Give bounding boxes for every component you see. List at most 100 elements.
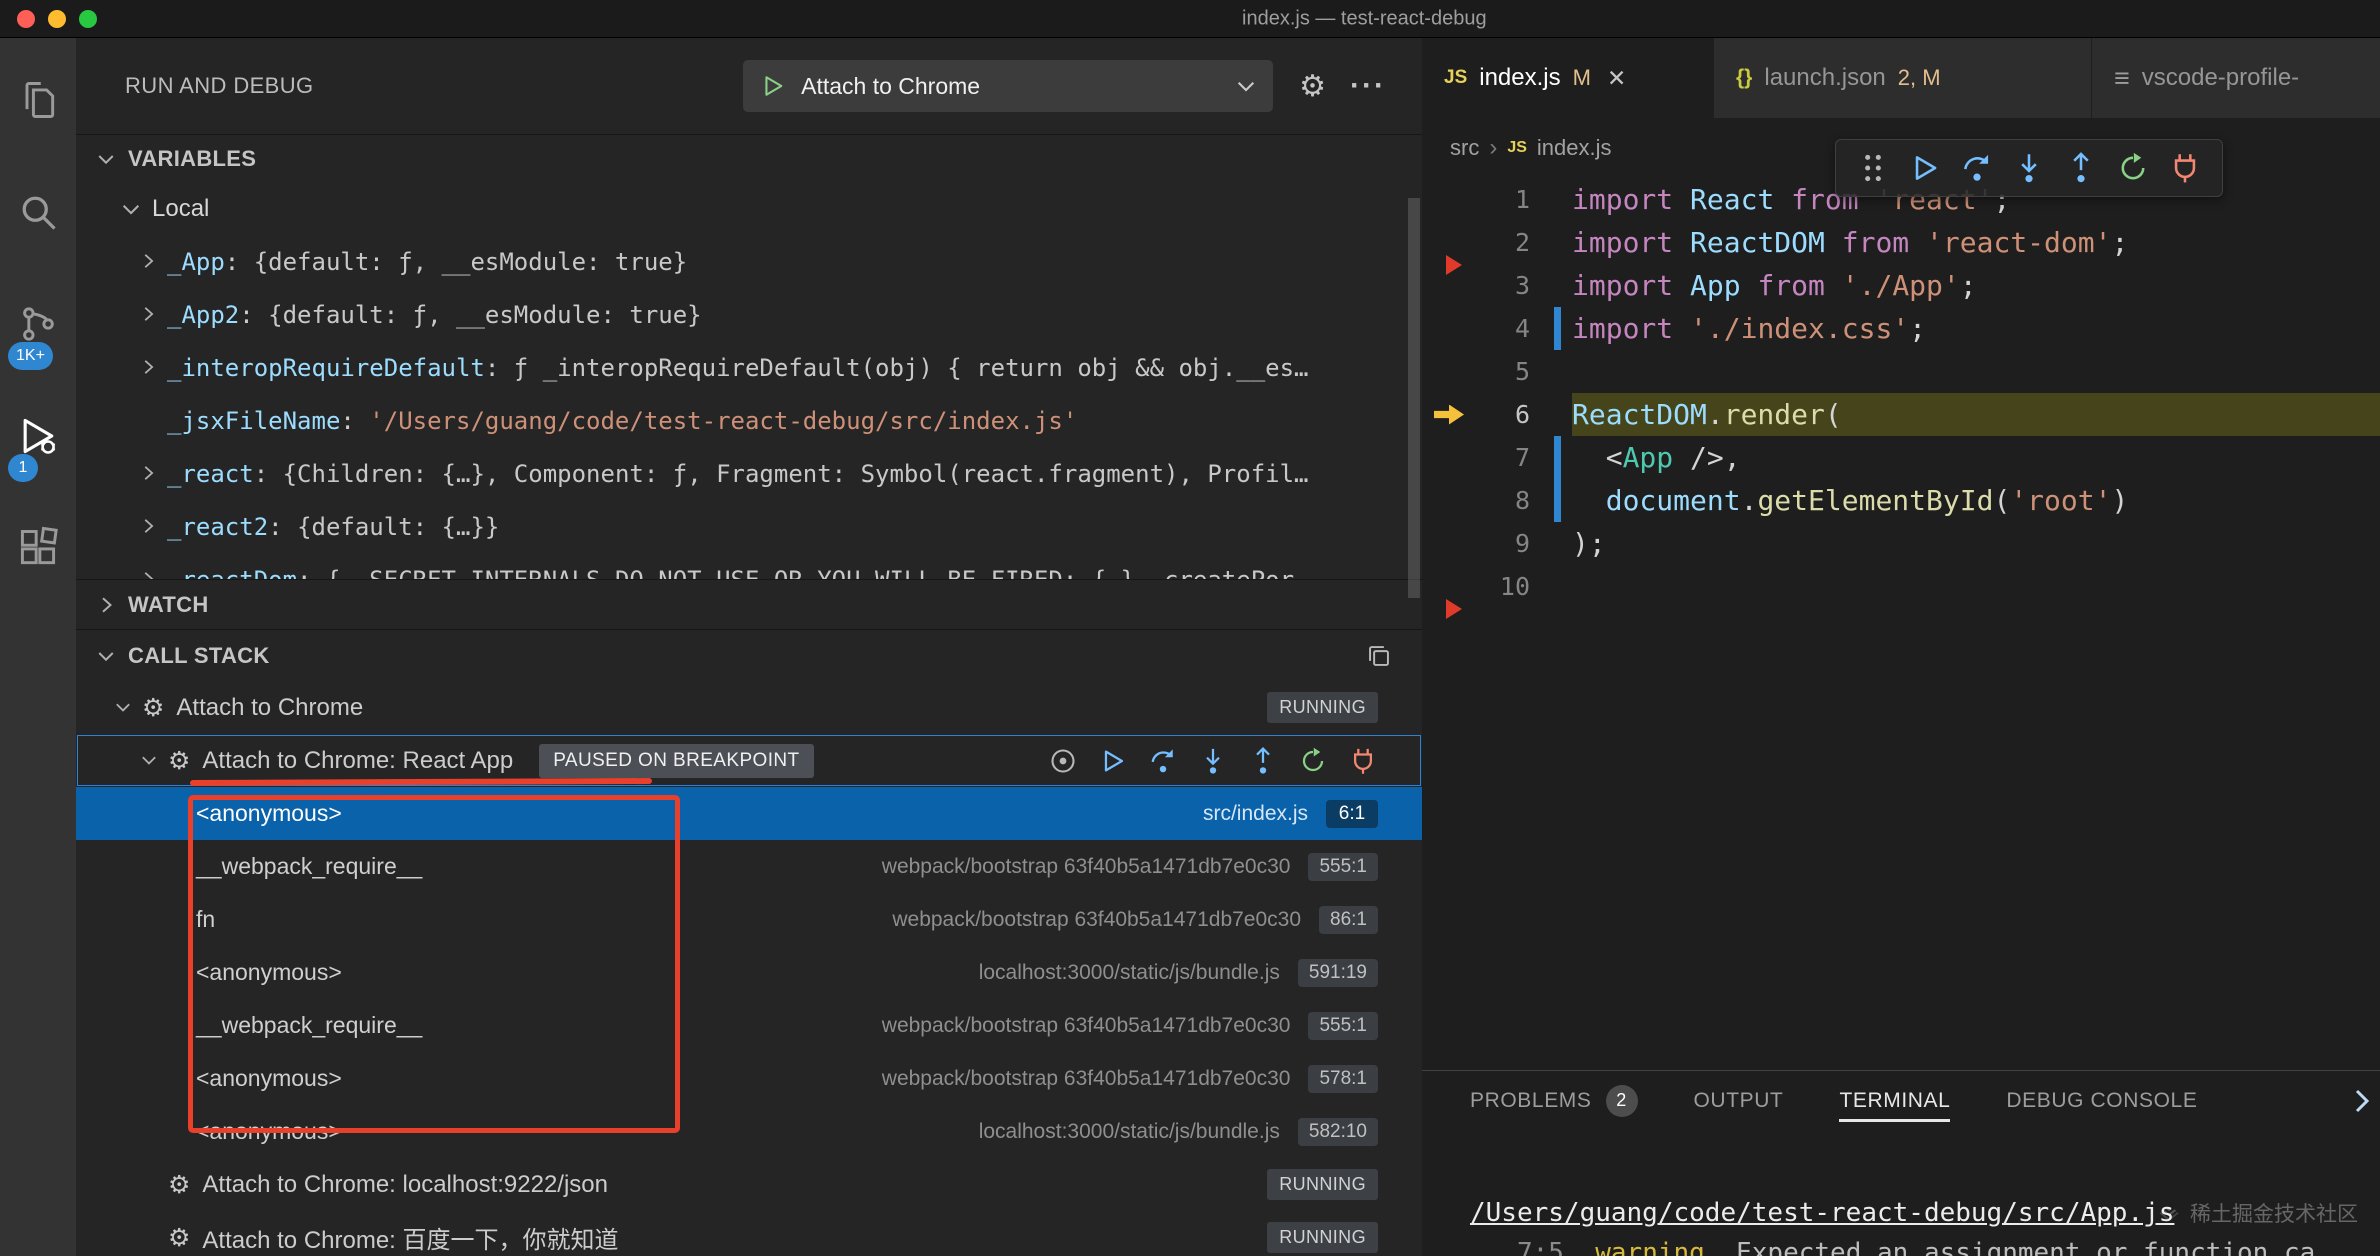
tab-label: index.js xyxy=(1479,64,1560,92)
panel-tab-debug-console[interactable]: DEBUG CONSOLE xyxy=(2006,1079,2197,1122)
sidebar-scrollbar[interactable] xyxy=(1408,198,1420,598)
activity-item-extensions[interactable] xyxy=(0,492,76,604)
watch-section-label: WATCH xyxy=(128,592,209,618)
restart-icon[interactable] xyxy=(2112,147,2154,189)
close-window-button[interactable] xyxy=(17,10,35,28)
chevron-down-icon[interactable] xyxy=(112,696,142,720)
line-number-gutter[interactable]: 3 xyxy=(1422,264,1572,307)
activity-item-source-control[interactable]: 1K+ xyxy=(0,268,76,380)
step-out-icon[interactable] xyxy=(2060,147,2102,189)
debug-session-gear-icon: ⚙ xyxy=(168,1223,190,1252)
watch-section-header[interactable]: WATCH xyxy=(76,579,1422,629)
variable-name: _jsxFileName xyxy=(167,407,340,435)
panel-tab-terminal[interactable]: TERMINAL xyxy=(1839,1079,1950,1122)
step-out-icon[interactable] xyxy=(1248,746,1278,776)
twistie-icon[interactable] xyxy=(137,462,167,486)
line-number-gutter[interactable]: 10 xyxy=(1422,565,1572,608)
call-stack-section-header[interactable]: CALL STACK xyxy=(76,629,1422,681)
restart-icon[interactable] xyxy=(1298,746,1328,776)
panel-tab-problems[interactable]: PROBLEMS2 xyxy=(1470,1075,1638,1126)
terminal-output: /Users/guang/code/test-react-debug/src/A… xyxy=(1422,1129,2380,1256)
more-actions-icon[interactable]: ··· xyxy=(1350,69,1386,103)
run-and-debug-icon xyxy=(16,414,60,458)
disconnect-icon[interactable] xyxy=(2164,147,2206,189)
debug-session-label: Attach to Chrome: React App xyxy=(202,747,513,775)
editor-tab-vscode-profile-[interactable]: ≡vscode-profile- xyxy=(2092,38,2380,118)
terminal-text: warning xyxy=(1595,1238,1705,1256)
variable-row[interactable]: _jsxFileName: '/Users/guang/code/test-re… xyxy=(76,394,1422,447)
step-into-icon[interactable] xyxy=(1198,746,1228,776)
breakpoint-marker-icon[interactable] xyxy=(1446,599,1462,619)
line-number-gutter[interactable]: 2 xyxy=(1422,221,1572,264)
chevron-down-icon[interactable] xyxy=(138,749,168,773)
start-debugging-icon[interactable] xyxy=(759,72,787,100)
debug-config-dropdown[interactable]: Attach to Chrome xyxy=(743,60,1273,112)
twistie-icon[interactable] xyxy=(137,515,167,539)
session-status-badge: PAUSED ON BREAKPOINT xyxy=(539,744,813,778)
line-number-gutter[interactable]: 5 xyxy=(1422,350,1572,393)
terminal-file-link[interactable]: /Users/guang/code/test-react-debug/src/A… xyxy=(1470,1198,2174,1228)
copy-call-stack-icon[interactable] xyxy=(1366,643,1392,669)
session-debug-controls xyxy=(1048,746,1378,776)
code-text: ReactDOM.render( xyxy=(1572,393,2380,436)
line-number-gutter[interactable]: 6 xyxy=(1422,393,1572,436)
debug-session-gear-icon: ⚙ xyxy=(142,693,164,722)
variable-separator: : xyxy=(239,301,268,329)
search-icon xyxy=(16,190,60,234)
activity-item-search[interactable] xyxy=(0,156,76,268)
code-text: import ReactDOM from 'react-dom'; xyxy=(1572,221,2380,264)
activity-item-run-and-debug[interactable]: 1 xyxy=(0,380,76,492)
gear-icon[interactable]: ⚙ xyxy=(1299,69,1326,104)
variables-section-header[interactable]: VARIABLES xyxy=(76,134,1422,182)
paused-indicator-icon[interactable] xyxy=(1048,746,1078,776)
editor-tab-bar: JSindex.jsM✕{}launch.json2, M≡vscode-pro… xyxy=(1422,38,2380,118)
continue-icon[interactable] xyxy=(1098,746,1128,776)
debug-session-row[interactable]: ⚙Attach to ChromeRUNNING xyxy=(76,681,1422,734)
line-number-gutter[interactable]: 8 xyxy=(1422,479,1572,522)
source-control-icon xyxy=(16,302,60,346)
twistie-icon[interactable] xyxy=(137,303,167,327)
code-editor: 1import React from 'react';2import React… xyxy=(1422,178,2380,1070)
step-into-icon[interactable] xyxy=(2008,147,2050,189)
breadcrumb-file[interactable]: index.js xyxy=(1537,135,1612,161)
call-stack-section-label: CALL STACK xyxy=(128,643,270,669)
stack-frame-position-badge: 555:1 xyxy=(1308,1012,1378,1040)
variable-name: _interopRequireDefault xyxy=(167,354,485,382)
variable-row[interactable]: _App2: {default: ƒ, __esModule: true} xyxy=(76,288,1422,341)
line-number-gutter[interactable]: 4 xyxy=(1422,307,1572,350)
close-icon[interactable]: ✕ xyxy=(1607,65,1626,92)
variable-row[interactable]: _reactDom: {__SECRET_INTERNALS_DO_NOT_US… xyxy=(76,553,1422,579)
breadcrumb-folder[interactable]: src xyxy=(1450,135,1479,161)
line-number-gutter[interactable]: 9 xyxy=(1422,522,1572,565)
variable-row[interactable]: _interopRequireDefault: ƒ _interopRequir… xyxy=(76,341,1422,394)
panel-tab-output[interactable]: OUTPUT xyxy=(1694,1079,1784,1122)
variable-row[interactable]: _App: {default: ƒ, __esModule: true} xyxy=(76,235,1422,288)
scope-row-local[interactable]: Local xyxy=(76,182,1422,235)
step-over-icon[interactable] xyxy=(1148,746,1178,776)
continue-icon[interactable] xyxy=(1904,147,1946,189)
twistie-icon[interactable] xyxy=(137,250,167,274)
twistie-icon[interactable] xyxy=(137,568,167,580)
minimize-window-button[interactable] xyxy=(48,10,66,28)
chevron-right-icon[interactable] xyxy=(2346,1085,2378,1117)
twistie-icon[interactable] xyxy=(137,356,167,380)
editor-tab-launch-json[interactable]: {}launch.json2, M xyxy=(1714,38,2092,118)
chevron-down-icon xyxy=(1233,73,1259,99)
debug-session-row[interactable]: ⚙Attach to Chrome: 百度一下，你就知道RUNNING xyxy=(76,1211,1422,1256)
activity-item-explorer[interactable] xyxy=(0,44,76,156)
maximize-window-button[interactable] xyxy=(79,10,97,28)
variable-row[interactable]: _react: {Children: {…}, Component: ƒ, Fr… xyxy=(76,447,1422,500)
editor-tab-index-js[interactable]: JSindex.jsM✕ xyxy=(1422,38,1714,118)
extensions-icon xyxy=(16,526,60,570)
line-number: 8 xyxy=(1515,486,1530,515)
line-number-gutter[interactable]: 1 xyxy=(1422,178,1572,221)
variable-separator: : xyxy=(254,460,283,488)
line-number-gutter[interactable]: 7 xyxy=(1422,436,1572,479)
variable-row[interactable]: _react2: {default: {…}} xyxy=(76,500,1422,553)
disconnect-icon[interactable] xyxy=(1348,746,1378,776)
breakpoint-marker-icon[interactable] xyxy=(1446,255,1462,275)
debug-session-row[interactable]: ⚙Attach to Chrome: localhost:9222/jsonRU… xyxy=(76,1158,1422,1211)
window-title: index.js — test-react-debug xyxy=(1242,7,1487,30)
stack-frame-path: webpack/bootstrap 63f40b5a1471db7e0c30 xyxy=(882,1067,1291,1091)
step-over-icon[interactable] xyxy=(1956,147,1998,189)
